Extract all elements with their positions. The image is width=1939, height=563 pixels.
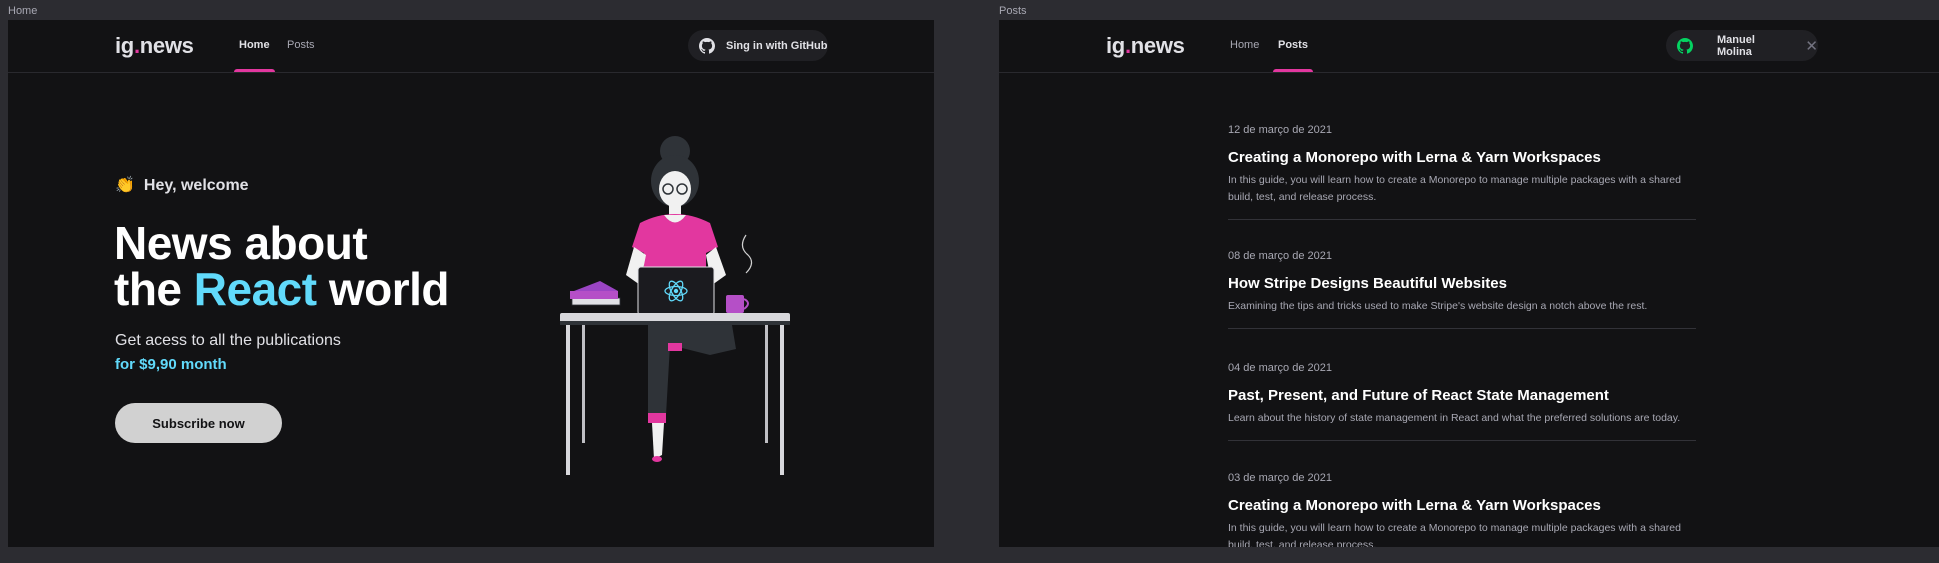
hero-headline: News about the React world [114,217,450,315]
clapping-hands-icon: 👏 [115,177,135,194]
signin-label: Sing in with GitHub [726,39,828,52]
post-excerpt: Examining the tips and tricks used to ma… [1228,300,1648,312]
post-title[interactable]: Creating a Monorepo with Lerna & Yarn Wo… [1228,497,1696,514]
nav-posts-link[interactable]: Posts [287,39,315,72]
home-frame: ig.news Home Posts Sing in with GitHub 👏… [8,20,934,547]
post-item[interactable]: 12 de março de 2021 Creating a Monorepo … [1228,124,1696,220]
github-icon [1677,37,1693,54]
headline-line1: News about [114,217,368,269]
posts-logo[interactable]: ig.news [1106,33,1185,59]
post-item[interactable]: 04 de março de 2021 Past, Present, and F… [1228,362,1696,441]
post-date: 03 de março de 2021 [1228,472,1332,484]
subscribe-button[interactable]: Subscribe now [115,403,282,443]
woman-coding-illustration [560,136,790,475]
nav-home-link[interactable]: Home [234,39,275,72]
post-divider [1228,219,1696,220]
post-item[interactable]: 08 de março de 2021 How Stripe Designs B… [1228,250,1696,329]
logo-tail: news [139,33,194,58]
posts-nav-home-link[interactable]: Home [1230,39,1259,72]
frame-label-home: Home [8,5,38,17]
hero-price: for $9,90 month [115,356,227,373]
logo[interactable]: ig.news [115,33,194,59]
user-github-button[interactable]: Manuel Molina ✕ [1666,30,1818,61]
post-divider [1228,440,1696,441]
close-icon[interactable]: ✕ [1805,37,1818,55]
post-title[interactable]: How Stripe Designs Beautiful Websites [1228,275,1696,292]
frame-label-posts: Posts [999,5,1027,17]
headline-react: React [193,263,317,315]
posts-logo-main: ig [1106,33,1125,58]
github-icon [699,37,715,54]
post-divider [1228,328,1696,329]
welcome-label: Hey, welcome [143,177,249,194]
posts-nav-posts-link[interactable]: Posts [1273,39,1313,72]
post-date: 04 de março de 2021 [1228,362,1332,374]
header: ig.news Home Posts Sing in with GitHub [8,20,934,73]
hero-subtitle: Get acess to all the publications [115,332,341,349]
post-date: 12 de março de 2021 [1228,124,1332,136]
post-item[interactable]: 03 de março de 2021 Creating a Monorepo … [1228,472,1696,547]
signin-github-button[interactable]: Sing in with GitHub [688,30,828,61]
post-date: 08 de março de 2021 [1228,250,1332,262]
post-title[interactable]: Past, Present, and Future of React State… [1228,387,1696,404]
headline-world: world [328,263,450,315]
posts-frame: ig.news Home Posts Manuel Molina ✕ 12 de… [999,20,1939,547]
user-name: Manuel Molina [1717,33,1755,58]
logo-main: ig [115,33,134,58]
welcome-text: 👏 Hey, welcome [115,175,249,195]
post-excerpt: In this guide, you will learn how to cre… [1228,174,1681,203]
posts-logo-tail: news [1130,33,1185,58]
post-excerpt: Learn about the history of state managem… [1228,412,1681,424]
headline-the: the [114,263,182,315]
post-excerpt: In this guide, you will learn how to cre… [1228,522,1681,547]
post-title[interactable]: Creating a Monorepo with Lerna & Yarn Wo… [1228,149,1696,166]
posts-header: ig.news Home Posts Manuel Molina ✕ [999,20,1939,73]
